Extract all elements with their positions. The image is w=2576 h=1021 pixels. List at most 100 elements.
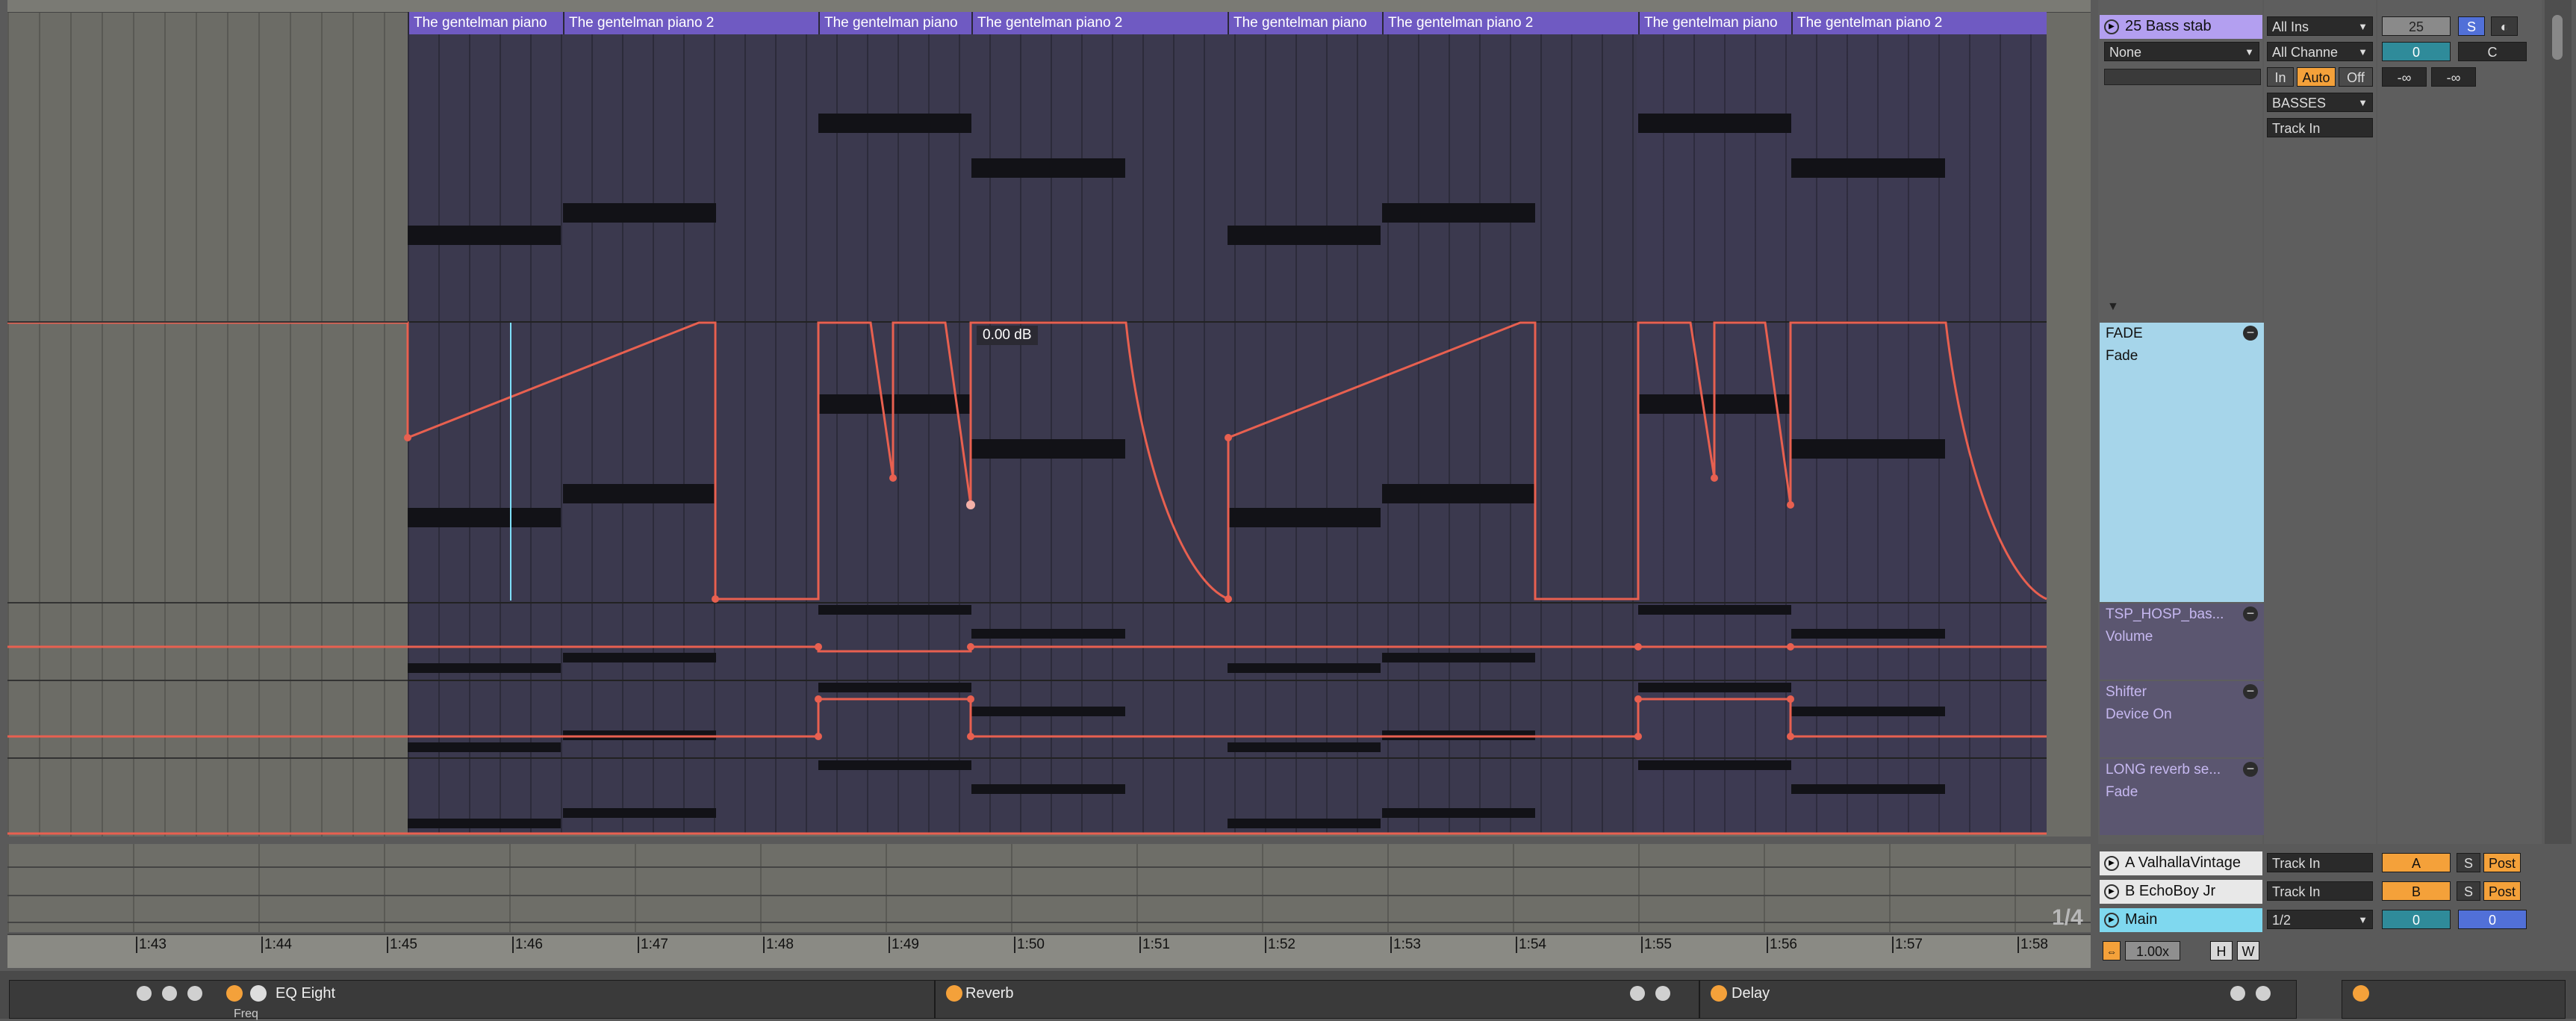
main-volume-field[interactable]: 0 (2382, 910, 2451, 929)
ruler-label: 1:53 (1393, 937, 1421, 952)
h-button[interactable]: H (2210, 941, 2233, 961)
automation-breakpoint (1634, 733, 1642, 740)
output-select[interactable]: BASSES (2267, 93, 2373, 113)
ruler-label: 1:49 (892, 937, 919, 952)
return-b-solo[interactable]: S (2457, 881, 2480, 901)
device-power-button[interactable] (226, 985, 243, 1002)
ruler-label: 1:45 (390, 937, 417, 952)
lane-device-name: Shifter (2106, 684, 2147, 700)
automation-breakpoint (1711, 474, 1718, 482)
arm-icon[interactable]: ◐ (2491, 16, 2518, 36)
play-icon[interactable]: ▶ (2104, 19, 2119, 34)
return-b-input[interactable]: Track In (2267, 881, 2373, 901)
automation-breakpoint (815, 695, 822, 703)
play-icon[interactable]: ▶ (2104, 884, 2119, 899)
lane-device-name: FADE (2106, 326, 2143, 341)
automation-envelopes[interactable] (0, 0, 2091, 844)
ruler-tick (638, 937, 639, 953)
monitor-in-button[interactable]: In (2267, 67, 2294, 87)
play-icon[interactable]: ▶ (2104, 913, 2119, 928)
power-icon[interactable] (137, 986, 152, 1001)
return-tracks-area (7, 844, 2091, 932)
track-title-bar[interactable]: ▶ 25 Bass stab (2100, 15, 2262, 39)
vertical-scrollbar[interactable] (2545, 0, 2572, 844)
return-track-a[interactable]: ▶ A ValhallaVintage (2100, 851, 2262, 875)
lane-param-name: Fade (2106, 348, 2138, 364)
ruler-tick (1014, 937, 1015, 953)
zoom-icon[interactable]: ⇔ (2103, 941, 2121, 961)
lane-device-name: LONG reverb se... (2106, 762, 2221, 778)
zoom-field[interactable]: 1.00x (2125, 941, 2180, 961)
monitor-auto-button[interactable]: Auto (2297, 67, 2336, 87)
lane-param-name: Device On (2106, 707, 2172, 722)
return-a-post[interactable]: Post (2483, 853, 2521, 872)
automation-breakpoint (1225, 595, 1232, 603)
save-icon[interactable] (162, 986, 177, 1001)
lane-divider (7, 602, 408, 603)
minus-circle-icon[interactable]: − (2243, 762, 2258, 777)
main-track[interactable]: ▶ Main (2100, 908, 2262, 932)
return-a-input[interactable]: Track In (2267, 853, 2373, 872)
w-button[interactable]: W (2237, 941, 2259, 961)
ruler-tick (1139, 937, 1141, 953)
ruler-label: 1:58 (2020, 937, 2048, 952)
lane-label-reverb[interactable]: LONG reverb se... Fade − (2100, 759, 2264, 835)
scrollbar-thumb[interactable] (2552, 15, 2563, 60)
minus-circle-icon[interactable]: − (2243, 684, 2258, 699)
save-icon[interactable] (1630, 986, 1645, 1001)
ruler-tick (512, 937, 514, 953)
input-channel-select[interactable]: All Channe (2267, 42, 2373, 62)
save-icon[interactable] (2230, 986, 2245, 1001)
main-output-select[interactable]: 1/2 (2267, 910, 2373, 930)
lane-divider (7, 757, 408, 759)
ruler-tick (261, 937, 263, 953)
chevron-down-icon[interactable]: ▼ (2107, 300, 2119, 314)
track-divider (7, 895, 2091, 896)
return-b-letter[interactable]: B (2382, 881, 2451, 901)
device-delay[interactable]: Delay (1699, 980, 2297, 1019)
grid-fraction[interactable]: 1/4 (2052, 905, 2083, 931)
more-icon[interactable] (2256, 986, 2271, 1001)
return-a-letter[interactable]: A (2382, 853, 2451, 872)
power-icon[interactable] (946, 985, 962, 1002)
lane-label-fade[interactable]: FADE Fade − (2100, 323, 2264, 602)
device-extra[interactable] (2342, 980, 2566, 1019)
dropdown-arrow-icon[interactable] (250, 985, 267, 1002)
volume-automation-line (7, 645, 2047, 653)
ruler-tick (1265, 937, 1266, 953)
automation-breakpoint (1787, 643, 1794, 651)
minus-circle-icon[interactable]: − (2243, 606, 2258, 621)
more-icon[interactable] (187, 986, 202, 1001)
main-pan-field[interactable]: 0 (2458, 910, 2527, 929)
automation-breakpoint (967, 695, 974, 703)
power-icon[interactable] (1711, 985, 1727, 1002)
ruler-label: 1:47 (641, 937, 668, 952)
monitor-off-button[interactable]: Off (2339, 67, 2373, 87)
power-icon[interactable] (2353, 985, 2369, 1002)
return-b-post[interactable]: Post (2483, 881, 2521, 901)
track-number-field[interactable]: 25 (2382, 16, 2451, 36)
ruler-tick (889, 937, 890, 953)
lane-label-volume[interactable]: TSP_HOSP_bas... Volume − (2100, 603, 2264, 680)
volume-field[interactable]: 0 (2382, 42, 2451, 61)
automation-value-popup: 0.00 dB (977, 326, 1038, 345)
solo-button[interactable]: S (2458, 16, 2485, 36)
return-track-b[interactable]: ▶ B EchoBoy Jr (2100, 880, 2262, 904)
play-icon[interactable]: ▶ (2104, 856, 2119, 871)
more-icon[interactable] (1655, 986, 1670, 1001)
input-none-select[interactable]: None (2104, 42, 2259, 62)
automation-breakpoint (404, 434, 411, 441)
output-channel-select[interactable]: Track In (2267, 118, 2373, 137)
device-reverb[interactable]: Reverb (935, 980, 1699, 1019)
automation-breakpoint (1634, 695, 1642, 703)
minus-circle-icon[interactable]: − (2243, 326, 2258, 341)
pan-field[interactable]: C (2458, 42, 2527, 61)
peak-left: -∞ (2382, 67, 2427, 87)
return-a-solo[interactable]: S (2457, 853, 2480, 872)
device-eq-eight[interactable]: EQ Eight Freq (9, 980, 935, 1020)
lane-label-shifter[interactable]: Shifter Device On − (2100, 681, 2264, 757)
lane-param-name: Volume (2106, 629, 2153, 645)
device-name: Reverb (965, 985, 1014, 1002)
ruler-label: 1:50 (1017, 937, 1045, 952)
input-type-select[interactable]: All Ins (2267, 16, 2373, 37)
